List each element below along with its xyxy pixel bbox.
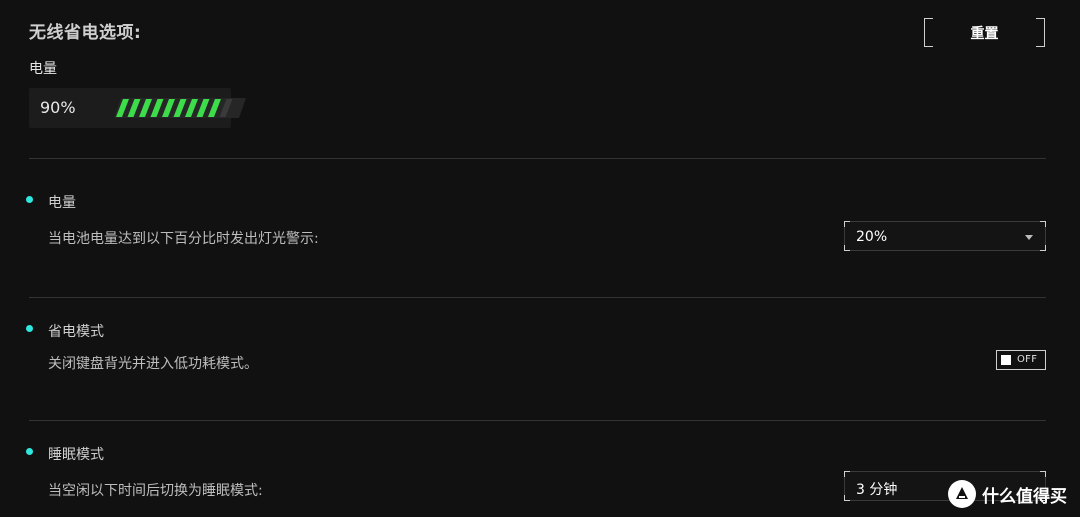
settings-page: 无线省电选项: 重置 电量 90% 电量 当电池电量达到以下百分比时发出灯光警示… bbox=[0, 0, 1080, 517]
sleep-value: 3 分钟 bbox=[856, 482, 898, 498]
section-bullet bbox=[26, 325, 33, 332]
watermark: 什么值得买 bbox=[948, 478, 1067, 510]
reset-button-label: 重置 bbox=[970, 25, 999, 42]
power-save-description: 关闭键盘背光并进入低功耗模式。 bbox=[48, 356, 258, 372]
toggle-knob bbox=[1001, 355, 1011, 365]
reset-button[interactable]: 重置 bbox=[924, 17, 1045, 48]
sleep-description: 当空闲以下时间后切换为睡眠模式: bbox=[48, 483, 263, 499]
divider bbox=[29, 420, 1046, 421]
brand-logo-icon bbox=[948, 480, 976, 508]
sleep-heading: 睡眠模式 bbox=[48, 447, 104, 463]
divider bbox=[29, 158, 1046, 159]
battery-alert-value: 20% bbox=[856, 229, 888, 245]
battery-alert-description: 当电池电量达到以下百分比时发出灯光警示: bbox=[48, 231, 319, 247]
battery-level-label: 电量 bbox=[29, 61, 57, 77]
divider bbox=[29, 297, 1046, 298]
power-save-toggle[interactable]: OFF bbox=[996, 350, 1046, 370]
page-title: 无线省电选项: bbox=[29, 23, 142, 43]
toggle-state-label: OFF bbox=[1017, 354, 1038, 365]
battery-alert-select[interactable]: 20% bbox=[844, 221, 1046, 251]
battery-bar bbox=[114, 98, 246, 118]
section-bullet bbox=[26, 196, 33, 203]
battery-alert-heading: 电量 bbox=[48, 195, 76, 211]
power-save-heading: 省电模式 bbox=[48, 324, 104, 340]
battery-indicator: 90% bbox=[29, 88, 246, 128]
section-bullet bbox=[26, 448, 33, 455]
battery-percent: 90% bbox=[40, 98, 76, 117]
chevron-down-icon bbox=[1025, 235, 1033, 240]
watermark-text: 什么值得买 bbox=[982, 486, 1067, 507]
